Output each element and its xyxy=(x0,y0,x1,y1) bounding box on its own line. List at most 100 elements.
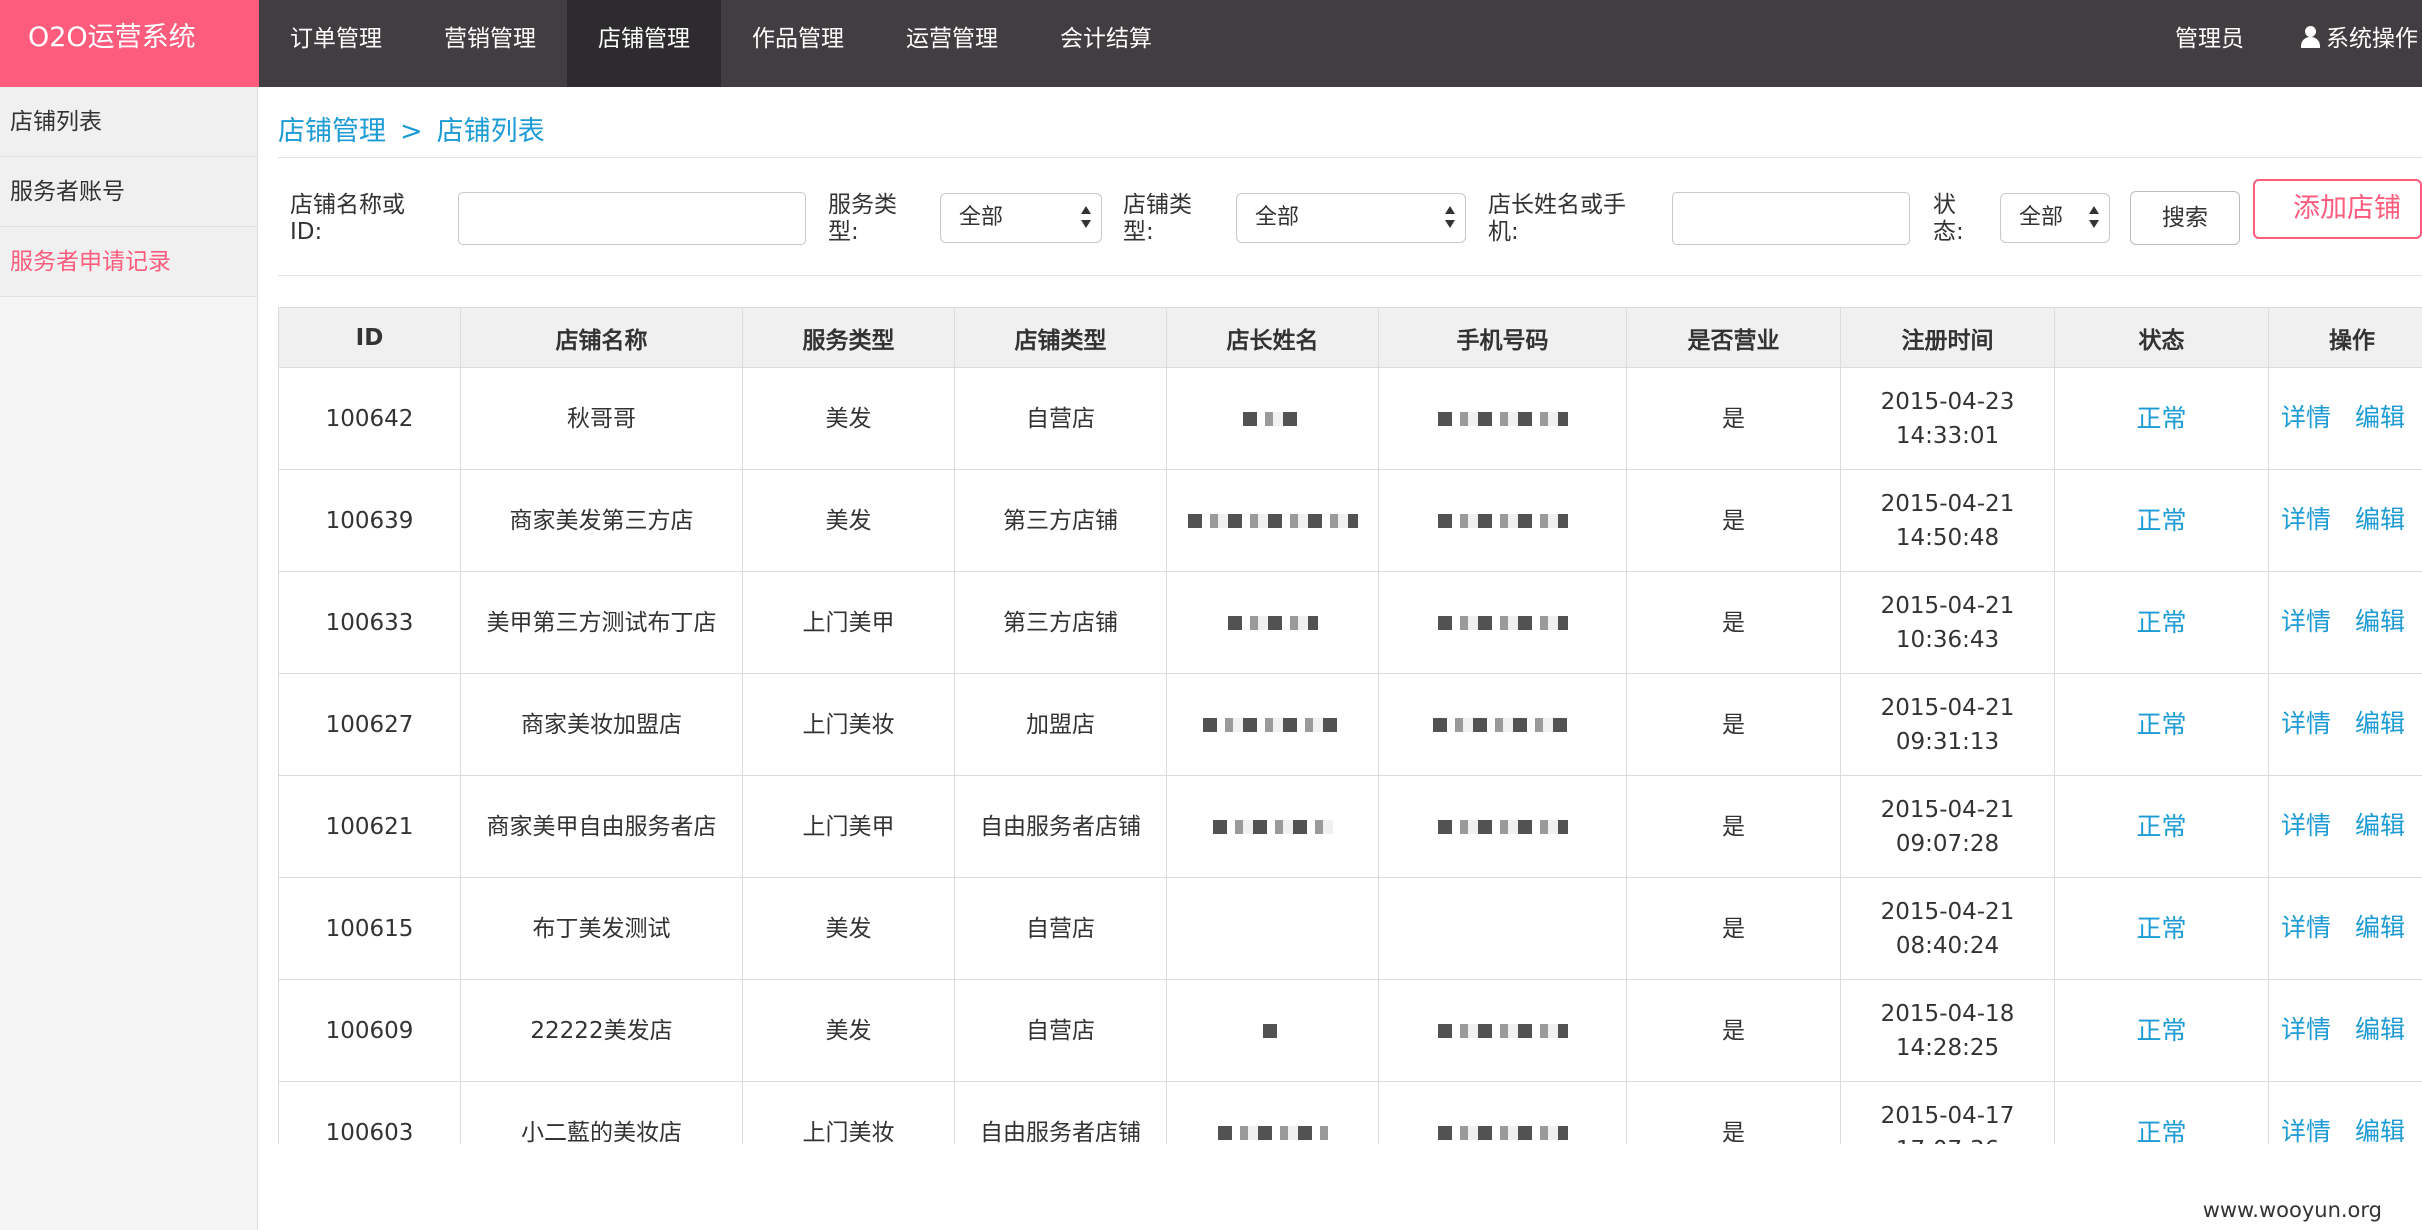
service-type-label: 服务类型: xyxy=(828,192,897,245)
cell-phone xyxy=(1378,775,1627,878)
detail-link[interactable]: 详情 xyxy=(2281,1117,2331,1144)
cell-id: 100639 xyxy=(278,469,461,572)
redacted-phone-number xyxy=(1437,513,1568,528)
cell-status[interactable]: 正常 xyxy=(2054,1081,2269,1144)
cell-id: 100621 xyxy=(278,775,461,878)
detail-link[interactable]: 详情 xyxy=(2281,505,2331,534)
detail-link[interactable]: 详情 xyxy=(2281,403,2331,432)
system-menu[interactable]: 系统操作 xyxy=(2272,0,2422,87)
detail-link[interactable]: 详情 xyxy=(2281,1015,2331,1044)
sidebar-item-store-list[interactable]: 店铺列表 xyxy=(0,87,257,157)
cell-store-type: 自营店 xyxy=(954,877,1167,980)
main-content: 店铺管理 > 店铺列表 店铺名称或ID: 服务类型: 全部 店铺类型: 全部 店长姓… xyxy=(278,87,2422,1230)
edit-link[interactable]: 编辑 xyxy=(2355,403,2405,432)
table-row: 100633 美甲第三方测试布丁店 上门美甲 第三方店铺 是 2015-04-2… xyxy=(278,571,2422,674)
cell-phone xyxy=(1378,367,1627,470)
cell-register-time: 2015-04-21 08:40:24 xyxy=(1840,877,2055,980)
register-time: 10:36:43 xyxy=(1895,626,2000,653)
edit-link[interactable]: 编辑 xyxy=(2355,811,2405,840)
cell-owner-name xyxy=(1166,775,1379,878)
cell-open: 是 xyxy=(1626,367,1841,470)
cell-service-type-text: 上门美妆 xyxy=(802,1119,895,1145)
register-date: 2015-04-21 xyxy=(1880,796,2015,823)
detail-link[interactable]: 详情 xyxy=(2281,811,2331,840)
register-date: 2015-04-21 xyxy=(1880,694,2015,721)
col-header-service: 服务类型 xyxy=(742,307,955,368)
detail-link[interactable]: 详情 xyxy=(2281,913,2331,942)
register-time: 14:28:25 xyxy=(1895,1034,2000,1061)
store-type-select[interactable]: 全部 xyxy=(1236,193,1466,243)
cell-phone xyxy=(1378,979,1627,1082)
app-logo[interactable]: O2O运营系统 xyxy=(0,0,259,87)
cell-service-type: 美发 xyxy=(742,469,955,572)
detail-link[interactable]: 详情 xyxy=(2281,607,2331,636)
nav-marketing[interactable]: 营销管理 xyxy=(413,0,567,87)
detail-link[interactable]: 详情 xyxy=(2281,709,2331,738)
cell-store-name: 美甲第三方测试布丁店 xyxy=(460,571,743,674)
table-row: 100615 布丁美发测试 美发 自营店 是 2015-04-21 08:40:2… xyxy=(278,877,2422,980)
sidebar: 店铺列表 服务者账号 服务者申请记录 xyxy=(0,87,258,1230)
cell-open: 是 xyxy=(1626,877,1841,980)
cell-actions: 详情 编辑 xyxy=(2268,979,2422,1082)
search-button[interactable]: 搜索 xyxy=(2130,191,2240,245)
nav-orders[interactable]: 订单管理 xyxy=(259,0,413,87)
service-type-value: 全部 xyxy=(959,205,1004,230)
edit-link[interactable]: 编辑 xyxy=(2355,1117,2405,1144)
edit-link[interactable]: 编辑 xyxy=(2355,1015,2405,1044)
col-header-id[interactable]: ID xyxy=(278,307,461,368)
filter-divider xyxy=(278,275,2422,276)
cell-status[interactable]: 正常 xyxy=(2054,673,2269,776)
cell-status[interactable]: 正常 xyxy=(2054,367,2269,470)
owner-input[interactable] xyxy=(1672,192,1910,245)
cell-status[interactable]: 正常 xyxy=(2054,979,2269,1082)
cell-store-type: 第三方店铺 xyxy=(954,469,1167,572)
cell-owner-name xyxy=(1166,367,1379,470)
edit-link[interactable]: 编辑 xyxy=(2355,607,2405,636)
cell-store-type: 加盟店 xyxy=(954,673,1167,776)
breadcrumb-separator: > xyxy=(400,116,423,147)
edit-link[interactable]: 编辑 xyxy=(2355,505,2405,534)
cell-status[interactable]: 正常 xyxy=(2054,469,2269,572)
add-store-button[interactable]: 添加店铺 xyxy=(2253,179,2422,239)
status-select[interactable]: 全部 xyxy=(2000,193,2110,243)
nav-works[interactable]: 作品管理 xyxy=(721,0,875,87)
table-row: 100609 22222美发店 美发 自营店 是 2015-04-18 14:28… xyxy=(278,979,2422,1082)
cell-service-type-text: 美发 xyxy=(825,915,872,942)
cell-status[interactable]: 正常 xyxy=(2054,877,2269,980)
redacted-owner-name xyxy=(1227,615,1318,630)
redacted-owner-name xyxy=(1187,513,1358,528)
cell-store-type: 自营店 xyxy=(954,367,1167,470)
nav-operations[interactable]: 运营管理 xyxy=(875,0,1029,87)
cell-id: 100615 xyxy=(278,877,461,980)
sidebar-item-servicer-applications[interactable]: 服务者申请记录 xyxy=(0,227,257,297)
register-date: 2015-04-23 xyxy=(1880,388,2015,415)
admin-link[interactable]: 管理员 xyxy=(2147,0,2272,87)
cell-store-type: 自由服务者店铺 xyxy=(954,775,1167,878)
store-name-input[interactable] xyxy=(458,192,806,245)
cell-store-type: 自营店 xyxy=(954,979,1167,1082)
cell-register-time: 2015-04-21 09:07:28 xyxy=(1840,775,2055,878)
register-time: 17:07:36 xyxy=(1841,1133,2054,1145)
table-row: 100639 商家美发第三方店 美发 第三方店铺 是 2015-04-21 14:… xyxy=(278,469,2422,572)
col-header-phone: 手机号码 xyxy=(1378,307,1627,368)
nav-accounting[interactable]: 会计结算 xyxy=(1029,0,1183,87)
breadcrumb-parent[interactable]: 店铺管理 xyxy=(278,116,386,147)
table-row: 100627 商家美妆加盟店 上门美妆 加盟店 是 2015-04-21 09:3… xyxy=(278,673,2422,776)
cell-phone xyxy=(1378,469,1627,572)
cell-status[interactable]: 正常 xyxy=(2054,775,2269,878)
table-row: 100621 商家美甲自由服务者店 上门美甲 自由服务者店铺 是 2015-04… xyxy=(278,775,2422,878)
nav-stores[interactable]: 店铺管理 xyxy=(567,0,721,87)
cell-status[interactable]: 正常 xyxy=(2054,571,2269,674)
service-type-select[interactable]: 全部 xyxy=(940,193,1102,243)
redacted-owner-name xyxy=(1202,717,1343,732)
cell-owner-name xyxy=(1166,877,1379,980)
sidebar-item-servicer-accounts[interactable]: 服务者账号 xyxy=(0,157,257,227)
register-time: 09:07:28 xyxy=(1895,830,2000,857)
redacted-phone-number xyxy=(1437,819,1568,834)
edit-link[interactable]: 编辑 xyxy=(2355,709,2405,738)
select-arrows-icon xyxy=(1445,204,1455,232)
register-time: 09:31:13 xyxy=(1895,728,2000,755)
redacted-owner-name xyxy=(1262,1023,1283,1038)
cell-id: 100642 xyxy=(278,367,461,470)
edit-link[interactable]: 编辑 xyxy=(2355,913,2405,942)
